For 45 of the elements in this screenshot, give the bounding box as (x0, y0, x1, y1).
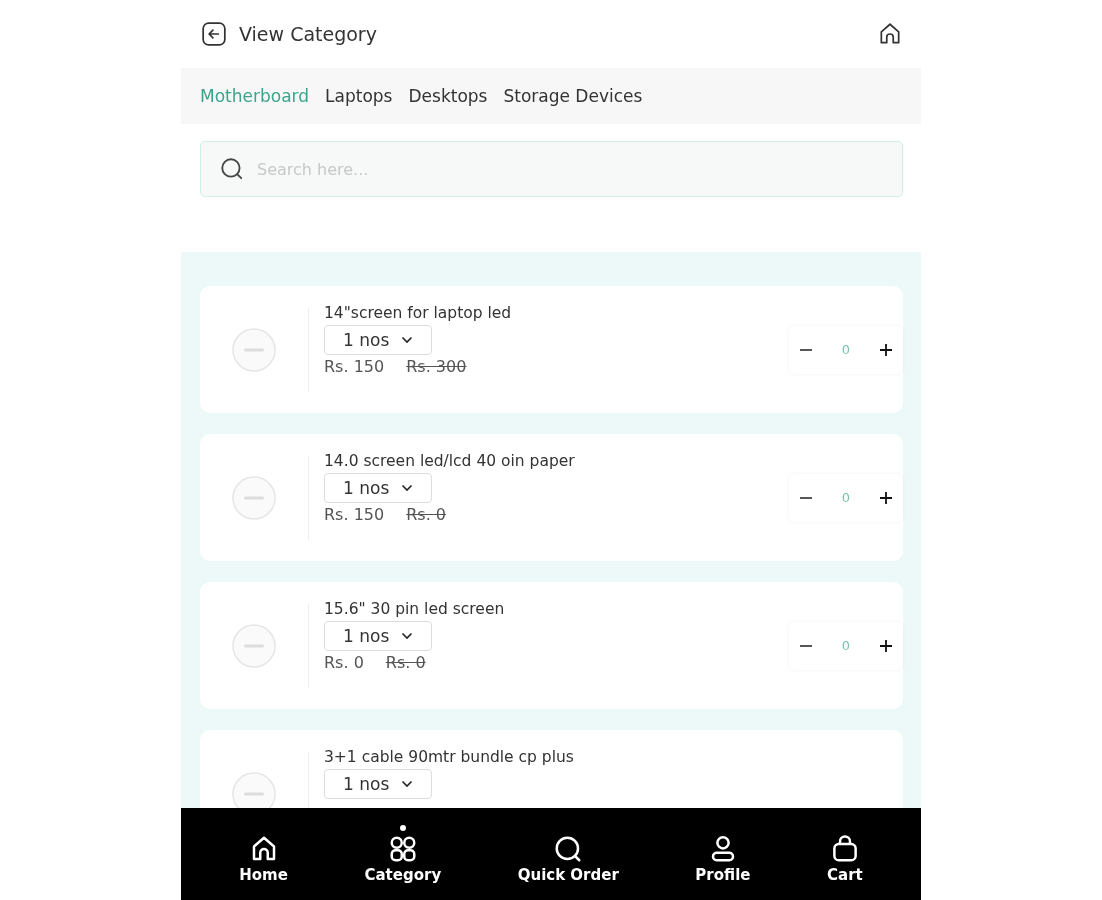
price: Rs. 150 (324, 505, 385, 524)
minus-button[interactable] (797, 346, 815, 353)
quantity-value: 0 (841, 638, 851, 653)
minus-icon (799, 348, 813, 351)
old-price: Rs. 0 (385, 653, 426, 672)
chevron-down-icon (401, 780, 414, 788)
minus-icon (799, 496, 813, 499)
plus-icon (879, 490, 893, 505)
quantity-value: 0 (841, 342, 851, 357)
category-tab[interactable]: Desktops (408, 86, 488, 106)
chevron-down-icon (401, 484, 414, 492)
image-placeholder-icon (232, 475, 276, 520)
image-placeholder-icon (232, 327, 276, 372)
category-tab[interactable]: Laptops (325, 86, 393, 106)
old-price: Rs. 0 (406, 505, 446, 524)
minus-button[interactable] (797, 642, 815, 649)
minus-icon (799, 644, 813, 647)
product-name: 14.0 screen led/lcd 40 oin paper (324, 452, 575, 470)
product-name: 14"screen for laptop led (324, 304, 512, 322)
image-placeholder-icon (232, 623, 276, 668)
nav-item[interactable]: Cart (827, 824, 863, 884)
plus-icon (879, 342, 893, 357)
product-name: 15.6" 30 pin led screen (324, 600, 505, 618)
nav-item[interactable]: Category (364, 824, 442, 884)
price: Rs. 0 (324, 653, 364, 672)
minus-button[interactable] (797, 494, 815, 501)
search-icon (219, 156, 245, 182)
price: Rs. 150 (324, 357, 385, 376)
chevron-down-icon (401, 336, 414, 344)
category-tab[interactable]: Storage Devices (503, 86, 643, 106)
unit-dropdown[interactable]: 1 nos (324, 325, 433, 355)
nav-item[interactable]: Profile (695, 824, 751, 884)
nav-item[interactable]: Home (239, 824, 288, 884)
unit-dropdown[interactable]: 1 nos (324, 473, 433, 503)
back-icon[interactable] (201, 21, 227, 47)
plus-icon (879, 638, 893, 653)
unit-dropdown[interactable]: 1 nos (324, 769, 433, 799)
chevron-down-icon (401, 632, 414, 640)
nav-item[interactable]: Quick Order (517, 824, 619, 884)
home-icon[interactable] (877, 21, 903, 47)
old-price: Rs. 300 (406, 357, 467, 376)
page-title: View Category (239, 23, 377, 45)
quantity-value: 0 (841, 490, 851, 505)
product-name: 3+1 cable 90mtr bundle cp plus (324, 748, 574, 766)
unit-dropdown[interactable]: 1 nos (324, 621, 433, 651)
